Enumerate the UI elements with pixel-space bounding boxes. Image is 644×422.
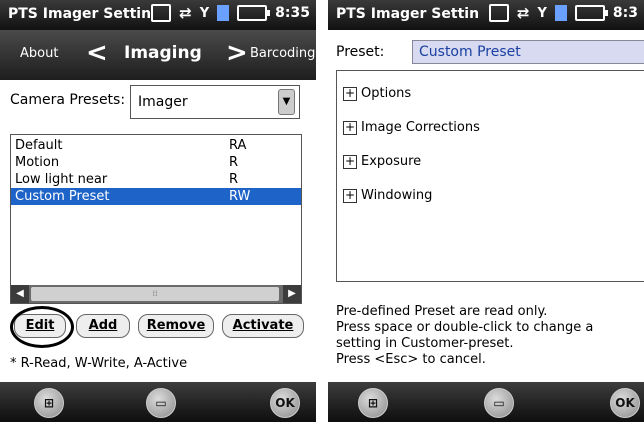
bottom-bar: ⊞ ▭ OK [0, 382, 316, 422]
preset-access: R [229, 172, 239, 187]
camera-presets-select[interactable]: Imager ▼ [130, 85, 300, 119]
expand-icon[interactable]: + [343, 120, 357, 135]
keyboard-icon[interactable]: ▭ [146, 388, 176, 418]
preset-access: RA [229, 138, 247, 153]
edit-preset-screen: PTS Imager Settin ⇄ Y 8:3 Preset: Custom… [328, 0, 644, 422]
scroll-left-icon[interactable]: ◀ [11, 285, 29, 303]
preset-name: Default [15, 138, 63, 153]
status-bar: PTS Imager Settin ⇄ Y 8:35 [0, 0, 316, 30]
battery-icon[interactable] [574, 5, 608, 21]
dropdown-arrow-icon[interactable]: ▼ [278, 89, 295, 115]
preset-name: Low light near [15, 172, 108, 187]
add-button[interactable]: Add [76, 314, 130, 338]
highlight-circle [10, 306, 74, 348]
tab-barcoding[interactable]: Barcoding [250, 46, 315, 61]
status-bar: PTS Imager Settin ⇄ Y 8:3 [328, 0, 644, 30]
camera-presets-label: Camera Presets: [10, 92, 126, 108]
preset-name: Custom Preset [15, 189, 110, 204]
help-line: Press space or double-click to change a [336, 320, 594, 335]
chevron-right-icon[interactable]: > [226, 38, 248, 68]
scroll-right-icon[interactable]: ▶ [283, 285, 301, 303]
imaging-screen: PTS Imager Settin ⇄ Y 8:35 About < Imagi… [0, 0, 316, 422]
keyboard-icon[interactable]: ▭ [484, 388, 514, 418]
tree-node-label: Options [361, 86, 412, 101]
activate-button[interactable]: Activate [222, 314, 304, 338]
access-legend: * R-Read, W-Write, A-Active [10, 356, 188, 371]
preset-row[interactable]: Default RA [11, 137, 301, 154]
preset-name: Motion [15, 155, 60, 170]
scroll-thumb[interactable]: ⁞⁞ [31, 287, 279, 301]
signal-icon[interactable]: Y [200, 6, 209, 21]
preset-row[interactable]: Low light near R [11, 171, 301, 188]
tab-imaging: Imaging [124, 43, 202, 63]
add-button-label: Add [88, 318, 118, 333]
preset-field[interactable]: Custom Preset [412, 40, 644, 64]
signal-icon[interactable]: Y [537, 6, 546, 21]
tree-node-exposure[interactable]: + Exposure [343, 153, 421, 171]
tree-node-label: Exposure [361, 154, 422, 169]
battery-level-icon [554, 5, 567, 21]
tree-node-windowing[interactable]: + Windowing [343, 187, 432, 205]
app-title: PTS Imager Settin [336, 6, 480, 22]
horizontal-scrollbar[interactable]: ◀ ⁞⁞ ▶ [11, 285, 301, 303]
help-line: setting in Customer-preset. [336, 336, 514, 351]
clock[interactable]: 8:3 [613, 5, 638, 21]
tree-node-label: Image Corrections [361, 120, 480, 135]
activate-button-label: Activate [232, 318, 294, 333]
tab-about[interactable]: About [20, 46, 58, 61]
bottom-bar: ⊞ ▭ OK [328, 382, 644, 422]
camera-presets-value: Imager [138, 94, 188, 110]
sync-icon[interactable]: ⇄ [179, 4, 192, 22]
clock[interactable]: 8:35 [275, 5, 310, 21]
help-line: Press <Esc> to cancel. [336, 352, 486, 367]
app-title: PTS Imager Settin [8, 6, 152, 22]
battery-level-icon [217, 5, 230, 21]
remove-button-label: Remove [146, 318, 206, 333]
tab-navigator: About < Imaging > Barcoding [0, 30, 316, 80]
help-line: Pre-defined Preset are read only. [336, 304, 548, 319]
ok-button[interactable]: OK [610, 388, 640, 418]
phone-icon[interactable] [488, 4, 509, 22]
battery-icon[interactable] [237, 5, 271, 21]
expand-icon[interactable]: + [343, 188, 357, 203]
chevron-left-icon[interactable]: < [86, 38, 108, 68]
expand-icon[interactable]: + [343, 86, 357, 101]
preset-label: Preset: [336, 44, 385, 60]
settings-tree[interactable]: + Options + Image Corrections + Exposure + W… [336, 70, 644, 282]
tree-node-label: Windowing [361, 188, 433, 203]
tree-node-image-corrections[interactable]: + Image Corrections [343, 119, 480, 137]
windows-start-icon[interactable]: ⊞ [34, 388, 64, 418]
phone-icon[interactable] [151, 4, 172, 22]
preset-row[interactable]: Motion R [11, 154, 301, 171]
preset-access: RW [229, 189, 251, 204]
expand-icon[interactable]: + [343, 154, 357, 169]
tree-node-options[interactable]: + Options [343, 85, 411, 103]
sync-icon[interactable]: ⇄ [517, 4, 530, 22]
ok-button[interactable]: OK [270, 388, 300, 418]
preset-access: R [229, 155, 239, 170]
preset-row-selected[interactable]: Custom Preset RW [11, 188, 301, 205]
help-text: Pre-defined Preset are read only. Press … [336, 304, 636, 368]
windows-start-icon[interactable]: ⊞ [358, 388, 388, 418]
remove-button[interactable]: Remove [138, 314, 214, 338]
preset-list[interactable]: Default RA Motion R Low light near R Cus… [10, 134, 302, 304]
